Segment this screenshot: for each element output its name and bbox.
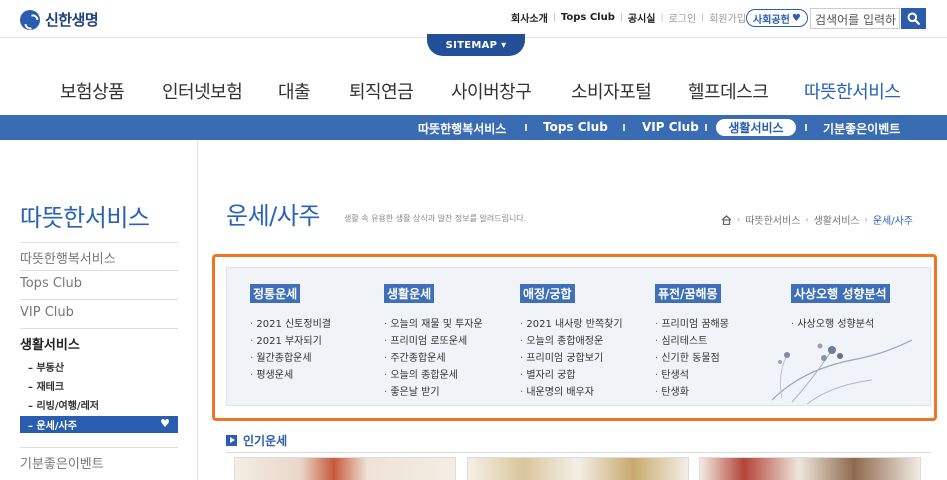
top-utility-bar: 신한생명 회사소개 | Tops Club | 공시실 | 로그인 | 회원가입…	[0, 0, 947, 38]
sidebar-sub-fortune-label: – 운세/사주	[28, 421, 77, 432]
breadcrumb-item[interactable]: 생활서비스	[814, 212, 860, 227]
sub-navigation: 따뜻한행복서비스 Tops Club VIP Club 생활서비스 기분좋은이벤…	[0, 115, 947, 140]
gnb-item-cyber-window[interactable]: 사이버창구	[451, 78, 532, 104]
category-highlight-box	[212, 254, 937, 421]
popular-thumbnail[interactable]	[234, 457, 456, 480]
sidebar-divider	[20, 270, 178, 271]
sitemap-button[interactable]: SITEMAP ▾	[427, 34, 525, 56]
main-navigation: 보험상품 인터넷보험 대출 퇴직연금 사이버창구 소비자포털 헬프데스크 따뜻한…	[0, 78, 947, 108]
gnb-item-internet-insurance[interactable]: 인터넷보험	[162, 78, 243, 104]
util-link-tops-club[interactable]: Tops Club	[561, 12, 615, 23]
sidebar-divider	[20, 328, 178, 329]
lnb-item-good-event[interactable]: 기분좋은이벤트	[823, 120, 900, 137]
util-link-company[interactable]: 회사소개	[511, 10, 548, 25]
util-separator: |	[619, 12, 623, 23]
heart-icon: ♥	[160, 417, 170, 430]
gnb-item-insurance[interactable]: 보험상품	[60, 78, 125, 104]
sidebar-sub-real-estate[interactable]: 부동산	[28, 359, 64, 374]
lnb-item-life-service[interactable]: 생활서비스	[716, 119, 796, 136]
util-link-login[interactable]: 로그인	[669, 10, 697, 25]
sidebar-title: 따뜻한서비스	[20, 204, 150, 232]
search-icon	[907, 12, 920, 25]
sidebar-item-happy-service[interactable]: 따뜻한행복서비스	[20, 248, 116, 267]
popular-divider	[226, 452, 931, 453]
lnb-item-tops-club[interactable]: Tops Club	[543, 120, 608, 134]
heart-icon: ♥	[791, 12, 801, 24]
logo-mark-icon	[20, 9, 40, 30]
sidebar-item-vip-club[interactable]: VIP Club	[20, 305, 74, 320]
breadcrumb-separator: ›	[864, 215, 868, 224]
util-link-disclosure[interactable]: 공시실	[628, 10, 656, 25]
breadcrumb-separator: ›	[805, 215, 809, 224]
sidebar-item-life-service[interactable]: 생활서비스	[20, 334, 80, 353]
sidebar-sub-living-travel[interactable]: 리빙/여행/레저	[28, 397, 99, 412]
lnb-separator	[623, 124, 625, 131]
breadcrumb-item[interactable]: 따뜻한서비스	[745, 212, 800, 227]
popular-fortune-header: 인기운세	[226, 432, 287, 449]
gnb-item-warm-service[interactable]: 따뜻한서비스	[804, 78, 901, 104]
brand-name: 신한생명	[45, 11, 99, 29]
sidebar-item-good-event[interactable]: 기분좋은이벤트	[20, 453, 104, 472]
sidebar-divider	[20, 242, 178, 243]
lnb-separator	[805, 124, 807, 131]
breadcrumb-current: 운세/사주	[872, 216, 913, 227]
sidebar-item-tops-club[interactable]: Tops Club	[20, 276, 82, 291]
social-contribution-button[interactable]: 사회공헌 ♥	[746, 9, 808, 27]
lnb-separator	[705, 124, 707, 131]
page-title: 운세/사주	[226, 202, 320, 230]
brand-logo[interactable]: 신한생명	[20, 9, 99, 30]
sidebar-sub-fortune-active[interactable]: – 운세/사주 ♥	[20, 416, 178, 433]
popular-thumbnail[interactable]	[467, 457, 689, 480]
page-description: 생활 속 유용한 생활 상식과 알찬 정보를 알려드립니다.	[344, 214, 527, 223]
util-link-join[interactable]: 회원가입	[709, 10, 746, 25]
popular-thumbnail[interactable]	[699, 457, 921, 480]
sidebar-divider	[20, 299, 178, 300]
gnb-item-pension[interactable]: 퇴직연금	[349, 78, 414, 104]
gnb-item-consumer-portal[interactable]: 소비자포털	[571, 78, 652, 104]
util-separator: |	[660, 12, 664, 23]
social-contribution-label: 사회공헌	[753, 14, 790, 26]
util-links: 회사소개 | Tops Club | 공시실 | 로그인 | 회원가입	[511, 10, 746, 25]
breadcrumb-separator: ›	[737, 215, 741, 224]
search-button[interactable]	[901, 8, 926, 29]
gnb-item-loan[interactable]: 대출	[278, 78, 311, 104]
lnb-item-vip-club[interactable]: VIP Club	[642, 120, 699, 134]
left-sidebar: 따뜻한서비스 따뜻한행복서비스 Tops Club VIP Club 생활서비스…	[0, 140, 198, 480]
util-separator: |	[552, 12, 556, 23]
gnb-item-help-desk[interactable]: 헬프데스크	[688, 78, 769, 104]
breadcrumb: › 따뜻한서비스 › 생활서비스 › 운세/사주	[721, 212, 913, 227]
sidebar-sub-finance[interactable]: 재테크	[28, 378, 64, 393]
popular-fortune-title: 인기운세	[243, 434, 288, 448]
util-separator: |	[701, 12, 705, 23]
sidebar-divider	[20, 447, 178, 448]
lnb-separator	[525, 124, 527, 131]
play-icon	[226, 435, 237, 446]
search-input[interactable]: 검색어를 입력하	[810, 8, 900, 29]
lnb-item-happy-service[interactable]: 따뜻한행복서비스	[418, 120, 506, 137]
home-icon[interactable]	[721, 214, 732, 225]
